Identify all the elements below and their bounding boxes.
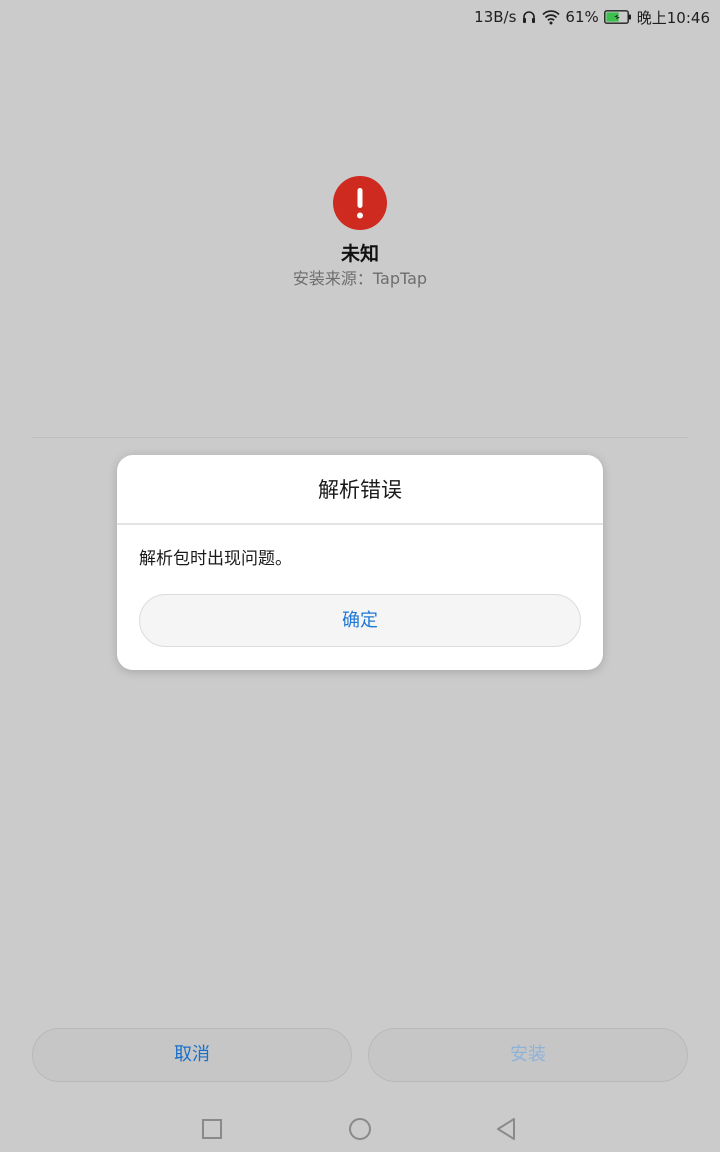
parse-error-dialog: 解析错误 解析包时出现问题。 确定 [117,455,603,670]
cancel-button[interactable]: 取消 [32,1028,352,1082]
divider [32,437,688,438]
wifi-icon [542,9,561,25]
recent-apps-icon[interactable] [199,1116,225,1142]
clock: 晚上10:46 [636,8,710,27]
error-icon [333,176,387,230]
confirm-button[interactable]: 确定 [139,594,581,647]
app-header: 未知 安装来源：TapTap [0,176,720,290]
network-speed: 13B/s [474,8,517,26]
dialog-title: 解析错误 [117,455,603,525]
navigation-bar [0,1108,720,1148]
battery-percent: 61% [565,8,599,26]
status-bar: 13B/s 61% 晚上10:46 [0,0,720,34]
install-button[interactable]: 安装 [368,1028,688,1082]
app-name: 未知 [340,243,379,265]
battery-icon [603,10,632,24]
back-icon[interactable] [494,1116,520,1142]
install-source: 安装来源：TapTap [292,269,428,288]
headset-icon [521,9,537,25]
home-icon[interactable] [347,1116,373,1142]
dialog-message: 解析包时出现问题。 [139,549,292,569]
